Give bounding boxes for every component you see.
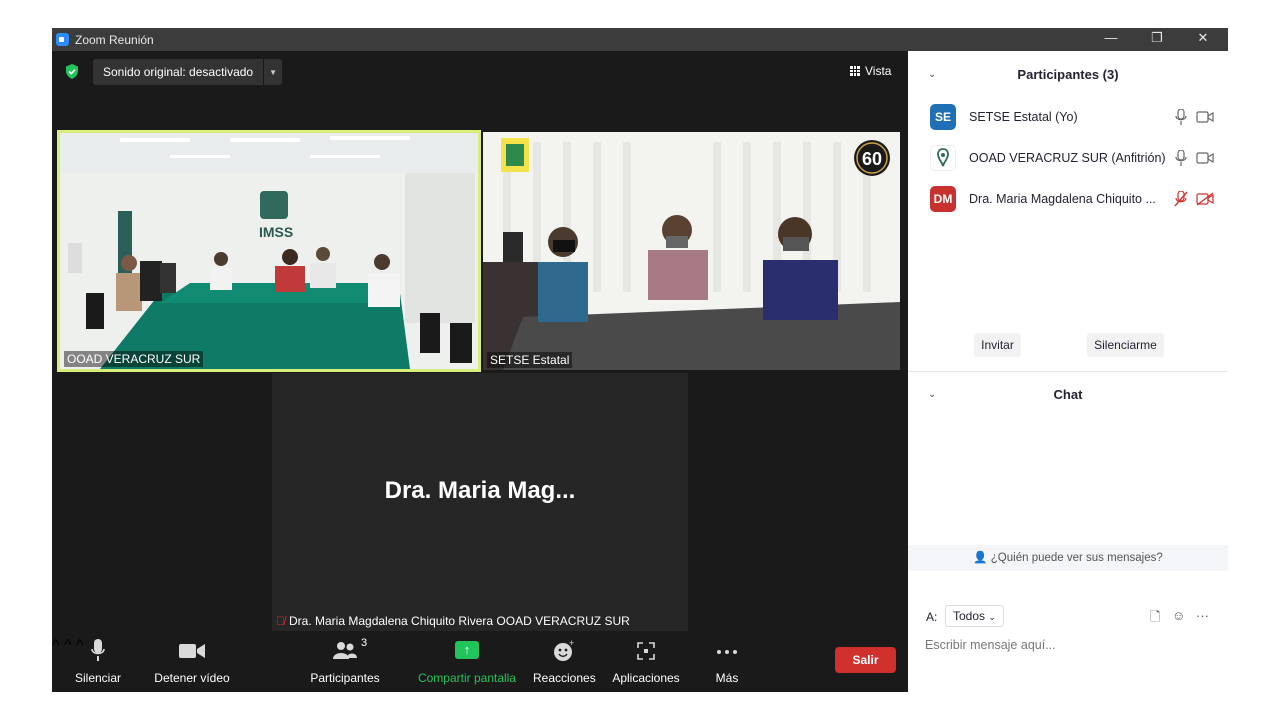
recipient-value: Todos xyxy=(953,609,986,623)
video-camera-icon xyxy=(179,644,205,658)
participants-label: Participantes xyxy=(310,671,380,685)
anniversary-badge: 60 xyxy=(862,149,882,169)
grid-icon xyxy=(850,66,860,76)
muted-microphone-icon[interactable] xyxy=(1174,191,1188,207)
stop-video-label: Detener vídeo xyxy=(154,671,230,685)
tile-full-name: Dra. Maria Magdalena Chiquito Rivera OOA… xyxy=(289,614,630,628)
zoom-logo-icon xyxy=(56,33,69,46)
conference-room-video: IMSS xyxy=(60,133,478,369)
video-camera-icon[interactable] xyxy=(1196,151,1214,165)
emoji-icon[interactable]: ☺ xyxy=(1172,608,1185,623)
stop-video-button[interactable]: Detener vídeo xyxy=(154,637,230,685)
message-visibility-notice[interactable]: 👤 ¿Quién puede ver sus mensajes? xyxy=(908,545,1228,571)
more-icon xyxy=(717,650,737,654)
participants-button[interactable]: 3 Participantes xyxy=(310,637,380,685)
avatar: SE xyxy=(930,104,956,130)
mute-label: Silenciar xyxy=(75,671,122,685)
video-tile-dra-maria[interactable]: Dra. Maria Mag... 🎙̸ Dra. Maria Magdalena… xyxy=(272,373,688,631)
tile-name-label: 🎙̸ Dra. Maria Magdalena Chiquito Rivera O… xyxy=(276,614,630,628)
meeting-stage: Sonido original: desactivado ▼ Vista IMS… xyxy=(52,51,908,692)
avatar xyxy=(930,145,956,171)
chevron-down-icon[interactable]: ▼ xyxy=(264,68,282,77)
participant-name: OOAD VERACRUZ SUR (Anfitrión) xyxy=(969,151,1166,165)
recipient-select[interactable]: Todos ⌄ xyxy=(945,605,1004,627)
microphone-icon xyxy=(91,639,105,661)
original-sound-label[interactable]: Sonido original: desactivado xyxy=(93,59,265,85)
video-tile-ooad[interactable]: IMSS OOAD VERACRUZ SUR xyxy=(57,130,481,372)
invite-button[interactable]: Invitar xyxy=(974,333,1021,357)
more-label: Más xyxy=(715,671,739,685)
participants-icon xyxy=(333,642,357,659)
imss-logo-icon xyxy=(937,148,949,167)
participant-name: Dra. Maria Magdalena Chiquito ... xyxy=(969,192,1156,206)
microphone-icon[interactable] xyxy=(1174,150,1188,166)
svg-text:+: + xyxy=(569,640,574,648)
reactions-button[interactable]: + Reacciones xyxy=(533,637,596,685)
apps-button[interactable]: Aplicaciones xyxy=(610,637,682,685)
person-lock-icon: 👤 xyxy=(973,552,988,564)
office-room-video: 60 xyxy=(483,132,900,370)
recipient-label: A: xyxy=(926,610,938,624)
title-bar: Zoom Reunión — ❐ ✕ xyxy=(52,28,1228,51)
microphone-icon[interactable] xyxy=(1174,109,1188,125)
side-panel: ⌄ Participantes (3) SE SETSE Estatal (Yo… xyxy=(908,51,1228,692)
view-label: Vista xyxy=(865,64,892,78)
minimize-button[interactable]: — xyxy=(1096,30,1126,45)
more-button[interactable]: Más xyxy=(707,637,747,685)
security-shield-icon[interactable] xyxy=(65,64,79,79)
close-button[interactable]: ✕ xyxy=(1188,30,1218,46)
chevron-up-icon[interactable]: ^ xyxy=(64,637,72,654)
apps-label: Aplicaciones xyxy=(612,671,680,685)
avatar: DM xyxy=(930,186,956,212)
share-screen-button[interactable]: ↑ Compartir pantalla xyxy=(417,637,517,685)
participant-name: SETSE Estatal (Yo) xyxy=(969,110,1078,124)
tile-name-label: OOAD VERACRUZ SUR xyxy=(64,351,204,367)
svg-text:IMSS: IMSS xyxy=(259,224,293,240)
participant-display-name: Dra. Maria Mag... xyxy=(384,477,576,504)
share-screen-icon: ↑ xyxy=(455,641,479,659)
chat-message-input[interactable]: Escribir mensaje aquí... xyxy=(925,638,1056,652)
participant-row[interactable]: DM Dra. Maria Magdalena Chiquito ... xyxy=(930,186,1220,212)
reactions-icon: + xyxy=(554,638,574,661)
participants-count: 3 xyxy=(361,637,368,649)
meeting-toolbar: Silenciar ^ Detener vídeo ^ 3 Participan… xyxy=(52,637,908,692)
file-icon[interactable]: 🗋 xyxy=(1150,608,1160,630)
divider xyxy=(908,371,1228,372)
participants-title: Participantes (3) xyxy=(1017,67,1119,82)
muted-microphone-icon: 🎙̸ xyxy=(276,614,285,628)
chat-title: Chat xyxy=(1053,387,1083,402)
tile-name-label: SETSE Estatal xyxy=(487,352,573,368)
share-screen-label: Compartir pantalla xyxy=(417,671,517,685)
zoom-window: Zoom Reunión — ❐ ✕ Sonido original: desa… xyxy=(52,28,1228,692)
mute-me-button[interactable]: Silenciarme xyxy=(1087,333,1164,357)
video-tile-setse[interactable]: 60 SETSE Estatal xyxy=(483,132,900,370)
reactions-label: Reacciones xyxy=(533,671,596,685)
participant-row[interactable]: SE SETSE Estatal (Yo) xyxy=(930,104,1220,130)
mute-button[interactable]: Silenciar xyxy=(75,637,121,685)
window-title: Zoom Reunión xyxy=(75,33,154,47)
video-off-icon[interactable] xyxy=(1196,192,1214,206)
video-camera-icon[interactable] xyxy=(1196,110,1214,124)
restore-button[interactable]: ❐ xyxy=(1142,30,1172,46)
participant-row[interactable]: OOAD VERACRUZ SUR (Anfitrión) xyxy=(930,145,1220,171)
apps-icon xyxy=(637,642,655,660)
message-visibility-text: ¿Quién puede ver sus mensajes? xyxy=(990,552,1163,564)
original-sound-toggle[interactable]: Sonido original: desactivado ▼ xyxy=(93,59,283,85)
chevron-down-icon: ⌄ xyxy=(988,612,996,622)
more-options-icon[interactable]: ··· xyxy=(1196,608,1209,623)
view-button[interactable]: Vista xyxy=(850,64,891,78)
chevron-up-icon[interactable]: ^ xyxy=(52,637,60,654)
leave-button[interactable]: Salir xyxy=(835,647,896,673)
